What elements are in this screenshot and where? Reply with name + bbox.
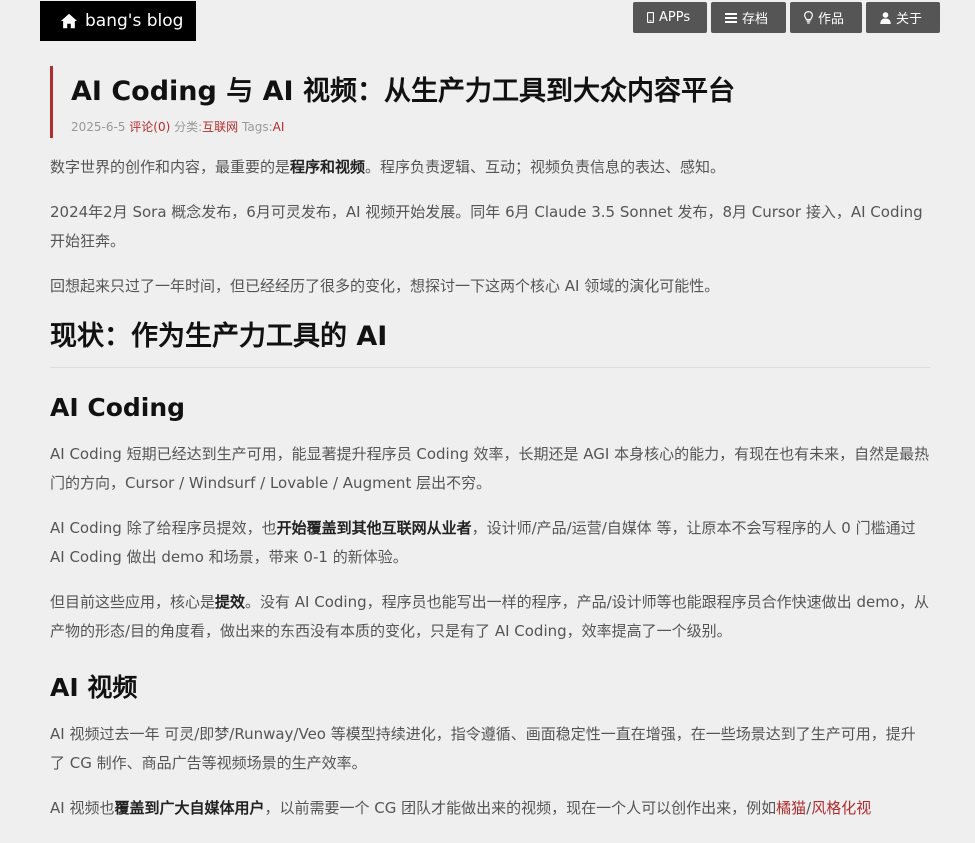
section-heading-status: 现状：作为生产力工具的 AI (50, 317, 930, 368)
nav-about-button[interactable]: 关于 (866, 2, 940, 33)
paragraph-intro: 数字世界的创作和内容，最重要的是程序和视频。程序负责逻辑、互动；视频负责信息的表… (50, 158, 726, 176)
top-nav: APPs 存档 作品 关于 (633, 2, 940, 33)
article-body: 数字世界的创作和内容，最重要的是程序和视频。程序负责逻辑、互动；视频负责信息的表… (50, 153, 930, 839)
tags-label: Tags: (242, 120, 273, 134)
nav-archive-button[interactable]: 存档 (711, 2, 786, 33)
paragraph-video-1: AI 视频过去一年 可灵/即梦/Runway/Veo 等模型持续进化，指令遵循、… (50, 725, 916, 772)
paragraph-reflection: 回想起来只过了一年时间，但已经经历了很多的变化，想探讨一下这两个核心 AI 领域… (50, 277, 720, 295)
home-icon (60, 13, 78, 29)
nav-works-button[interactable]: 作品 (790, 2, 862, 33)
subsection-heading-coding: AI Coding (50, 393, 186, 422)
comments-link[interactable]: 评论(0) (129, 120, 170, 134)
category-label: 分类: (174, 120, 203, 134)
paragraph-coding-1: AI Coding 短期已经达到生产可用，能显著提升程序员 Coding 效率，… (50, 445, 930, 492)
post-meta: 2025-6-5 评论(0) 分类:互联网 Tags:AI (71, 118, 930, 135)
list-icon (725, 12, 737, 23)
user-icon (880, 11, 891, 24)
category-link[interactable]: 互联网 (202, 120, 238, 134)
tag-link[interactable]: AI (273, 120, 285, 134)
nav-archive-label: 存档 (742, 12, 769, 27)
lightbulb-icon (804, 11, 813, 24)
site-name: bang's blog (85, 11, 184, 31)
link-stylized-video[interactable]: 风格化视 (811, 799, 871, 817)
link-orange-cat[interactable]: 橘猫 (776, 799, 806, 817)
nav-about-label: 关于 (896, 12, 923, 27)
paragraph-coding-2: AI Coding 除了给程序员提效，也开始覆盖到其他互联网从业者，设计师/产品… (50, 519, 916, 566)
mobile-icon (647, 12, 654, 23)
nav-works-label: 作品 (818, 12, 845, 27)
post-date: 2025-6-5 (71, 120, 126, 134)
site-logo[interactable]: bang's blog (40, 1, 196, 41)
paragraph-coding-3: 但目前这些应用，核心是提效。没有 AI Coding，程序员也能写出一样的程序，… (50, 593, 929, 640)
nav-apps-button[interactable]: APPs (633, 2, 707, 33)
subsection-heading-video: AI 视频 (50, 673, 138, 702)
nav-apps-label: APPs (659, 10, 691, 25)
paragraph-timeline: 2024年2月 Sora 概念发布，6月可灵发布，AI 视频开始发展。同年 6月… (50, 203, 923, 250)
post-header: AI Coding 与 AI 视频：从生产力工具到大众内容平台 2025-6-5… (50, 66, 930, 138)
page: bang's blog APPs 存档 作品 关于 AI Coding 与 AI… (0, 0, 975, 843)
paragraph-video-2: AI 视频也覆盖到广大自媒体用户，以前需要一个 CG 团队才能做出来的视频，现在… (50, 799, 872, 817)
post-title: AI Coding 与 AI 视频：从生产力工具到大众内容平台 (71, 76, 735, 107)
